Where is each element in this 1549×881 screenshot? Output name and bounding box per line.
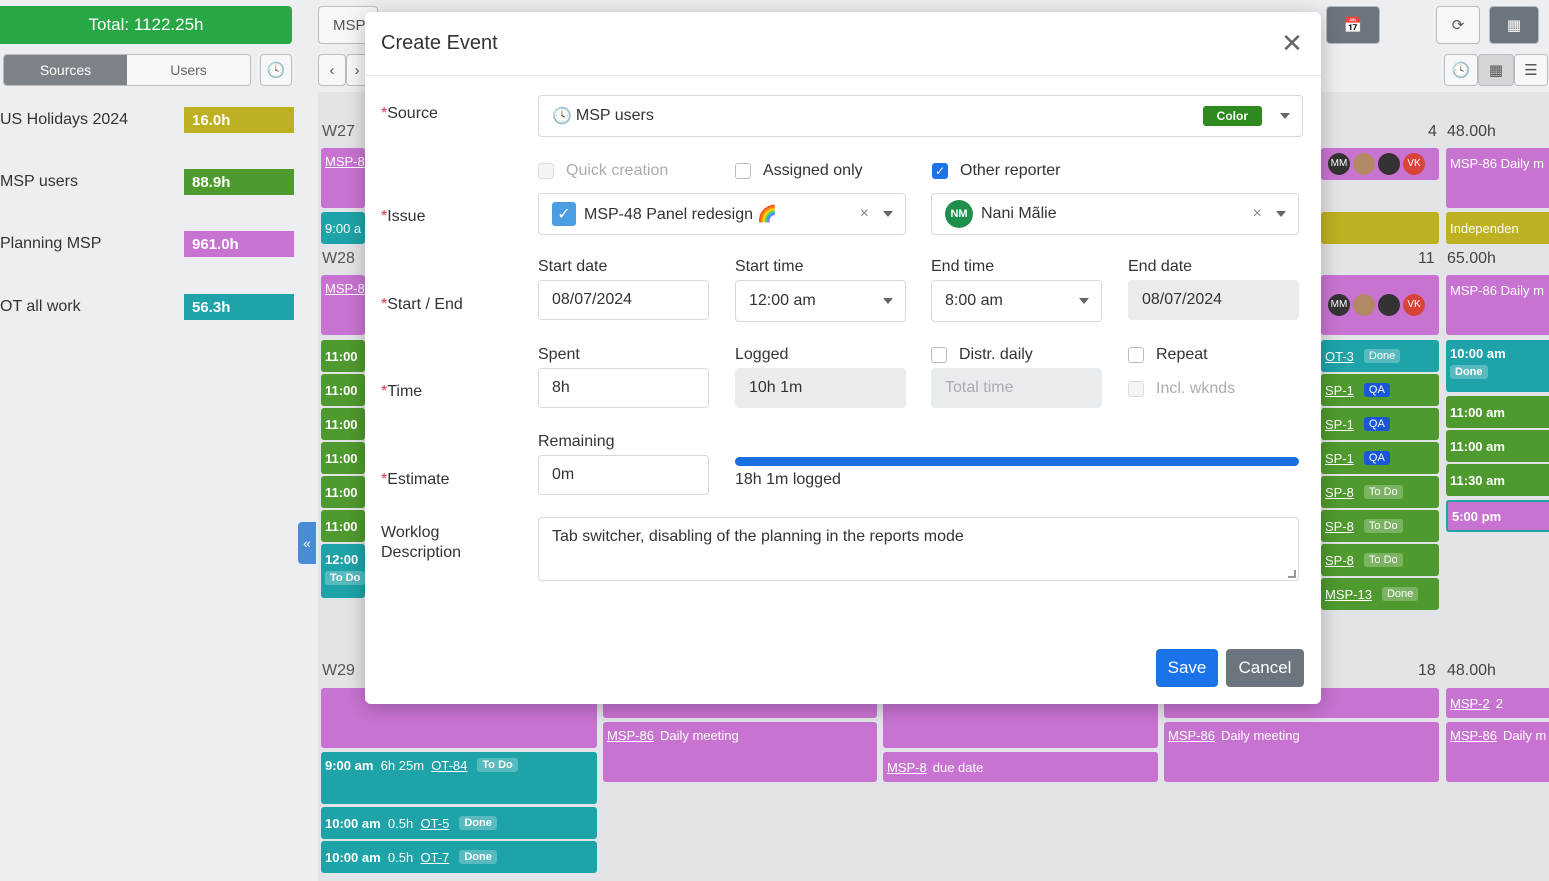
start-time-select[interactable]: 12:00 am bbox=[735, 280, 906, 322]
end-date-input[interactable]: 08/07/2024 bbox=[1128, 280, 1299, 320]
close-icon[interactable]: ✕ bbox=[1277, 28, 1307, 58]
clock-icon: 🕓 bbox=[552, 108, 572, 125]
chevron-down-icon bbox=[1276, 211, 1286, 217]
quick-creation-checkbox[interactable]: Quick creation bbox=[538, 162, 668, 180]
worklog-text: Tab switcher, disabling of the planning … bbox=[552, 528, 964, 545]
create-event-modal: Create Event ✕ *Source 🕓 MSP users Color… bbox=[365, 12, 1321, 704]
modal-header: Create Event ✕ bbox=[365, 12, 1321, 76]
chevron-down-icon bbox=[883, 211, 893, 217]
cancel-button[interactable]: Cancel bbox=[1226, 649, 1304, 687]
other-reporter-checkbox[interactable]: ✓ Other reporter bbox=[932, 162, 1060, 180]
worklog-description-textarea[interactable]: Tab switcher, disabling of the planning … bbox=[538, 517, 1299, 581]
progress-text: 18h 1m logged bbox=[735, 471, 841, 488]
start-date-label: Start date bbox=[538, 258, 608, 275]
issue-value: MSP-48 Panel redesign 🌈 bbox=[584, 206, 778, 223]
check-icon: ✓ bbox=[552, 202, 576, 226]
logged-progress-bar bbox=[735, 457, 1299, 466]
remaining-label: Remaining bbox=[538, 433, 615, 450]
source-value: MSP users bbox=[575, 107, 654, 124]
start-time-label: Start time bbox=[735, 258, 804, 275]
distr-daily-checkbox[interactable]: Distr. daily bbox=[931, 346, 1033, 364]
source-label: *Source bbox=[381, 105, 438, 122]
estimate-label: *Estimate bbox=[381, 471, 450, 488]
incl-wknds-checkbox[interactable]: Incl. wknds bbox=[1128, 380, 1235, 398]
remaining-input[interactable]: 0m bbox=[538, 455, 709, 495]
chevron-down-icon bbox=[883, 298, 893, 304]
logged-label: Logged bbox=[735, 346, 789, 363]
start-end-label: *Start / End bbox=[381, 296, 463, 313]
color-badge[interactable]: Color bbox=[1202, 106, 1262, 126]
avatar: NM bbox=[945, 200, 973, 228]
logged-input: 10h 1m bbox=[735, 368, 906, 408]
clear-icon[interactable]: × bbox=[1253, 205, 1262, 223]
clear-icon[interactable]: × bbox=[860, 205, 869, 223]
reporter-select[interactable]: NM Nani Mãlie × bbox=[931, 193, 1299, 235]
repeat-checkbox[interactable]: Repeat bbox=[1128, 346, 1208, 364]
chevron-down-icon bbox=[1280, 113, 1290, 119]
worklog-label: Worklog Description bbox=[381, 524, 462, 561]
save-button[interactable]: Save bbox=[1156, 649, 1218, 687]
source-select[interactable]: 🕓 MSP users Color bbox=[538, 95, 1303, 137]
resize-handle-icon[interactable] bbox=[1288, 570, 1296, 578]
start-time-value: 12:00 am bbox=[749, 292, 816, 309]
modal-title: Create Event bbox=[381, 32, 498, 54]
spent-label: Spent bbox=[538, 346, 580, 363]
end-date-label: End date bbox=[1128, 258, 1193, 275]
issue-label: *Issue bbox=[381, 208, 426, 225]
issue-select[interactable]: ✓ MSP-48 Panel redesign 🌈 × bbox=[538, 193, 906, 235]
assigned-only-checkbox[interactable]: Assigned only bbox=[735, 162, 863, 180]
spent-input[interactable]: 8h bbox=[538, 368, 709, 408]
reporter-value: Nani Mãlie bbox=[981, 205, 1057, 222]
total-time-input[interactable]: Total time bbox=[931, 368, 1102, 408]
time-label: *Time bbox=[381, 383, 423, 400]
end-time-label: End time bbox=[931, 258, 995, 275]
end-time-value: 8:00 am bbox=[945, 292, 1003, 309]
start-date-input[interactable]: 08/07/2024 bbox=[538, 280, 709, 320]
chevron-down-icon bbox=[1079, 298, 1089, 304]
end-time-select[interactable]: 8:00 am bbox=[931, 280, 1102, 322]
